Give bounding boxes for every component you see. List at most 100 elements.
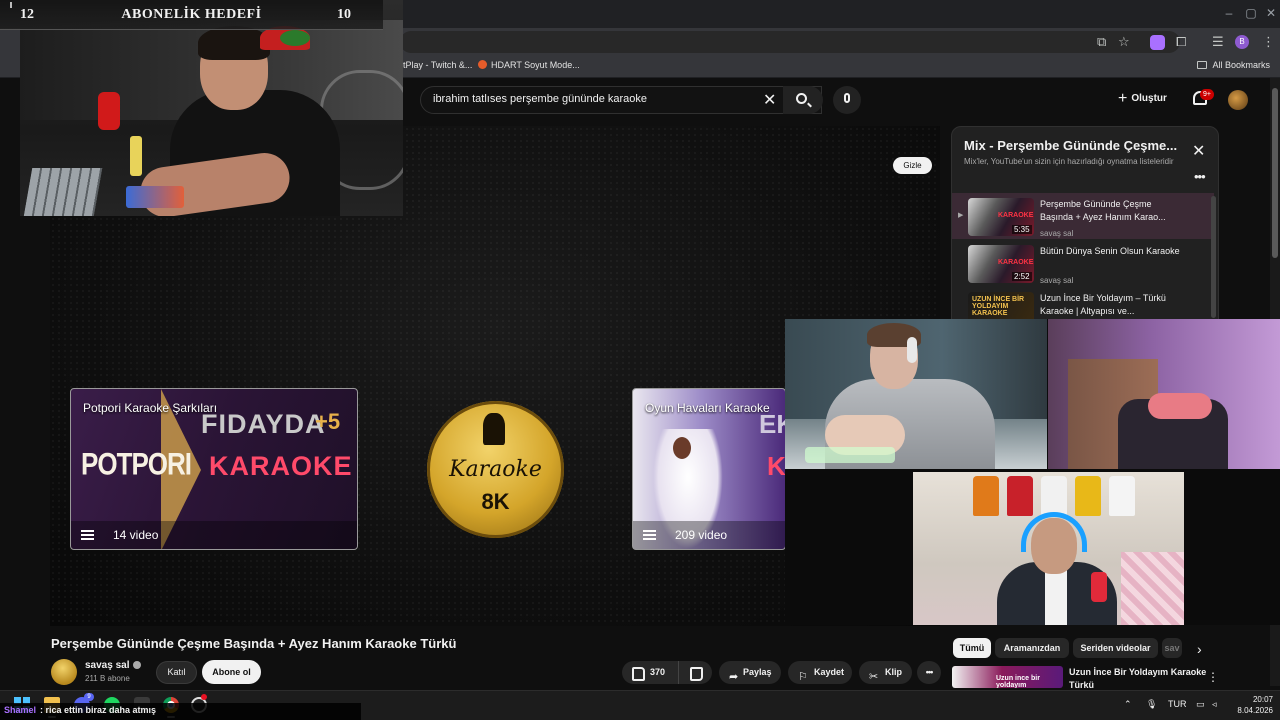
- more-actions-icon[interactable]: •••: [917, 661, 941, 684]
- more-options-icon[interactable]: ⋮: [1207, 670, 1219, 684]
- webcam-scene: [126, 186, 184, 208]
- network-icon[interactable]: ▭: [1196, 699, 1205, 710]
- search-query-text[interactable]: ibrahim tatlıses perşembe gününde karaok…: [433, 93, 647, 105]
- create-button[interactable]: + Oluştur: [1118, 90, 1167, 108]
- playlist-item[interactable]: ▶ KARAOKE 5:35 Perşembe Gününde Çeşme Ba…: [952, 193, 1214, 239]
- reading-list-icon[interactable]: ☰: [1212, 34, 1224, 50]
- jersey: [1075, 476, 1101, 516]
- subscriber-count: 211 B abone: [85, 674, 130, 683]
- search-icon: [796, 93, 807, 104]
- bookmark-twitch[interactable]: tPlay - Twitch &...: [403, 60, 472, 70]
- verified-check-icon: [132, 661, 141, 669]
- card-art-text: K: [767, 451, 786, 481]
- streamer-webcam: [20, 0, 403, 216]
- chip-from-search[interactable]: Aramanızdan: [995, 638, 1069, 658]
- playlist-item-channel: savaş sal: [1040, 229, 1074, 238]
- address-bar[interactable]: [400, 31, 1180, 53]
- recommended-video-title[interactable]: Uzun İnce Bir Yoldayım Karaoke Türkü: [1069, 666, 1209, 692]
- recording-indicator-icon: [201, 694, 207, 700]
- subscribe-button[interactable]: Abone ol: [202, 660, 261, 684]
- goal-title: ABONELİK HEDEFİ: [121, 7, 262, 22]
- extensions-icon[interactable]: ⧠: [1176, 34, 1186, 50]
- jersey: [1109, 476, 1135, 516]
- bookmark-favicon-icon: [478, 60, 487, 69]
- playlist-item-title: Bütün Dünya Senin Olsun Karaoke: [1040, 246, 1180, 256]
- webcam-scene: [1148, 393, 1212, 419]
- channel-name[interactable]: savaş sal: [85, 660, 141, 671]
- headphones: [1021, 512, 1087, 552]
- subscriber-goal-overlay: 12 ABONELİK HEDEFİ 10: [0, 0, 383, 30]
- mix-playlist-panel: Mix - Perşembe Gününde Çeşme... Mix'ler,…: [951, 126, 1219, 320]
- join-button[interactable]: Katıl: [156, 661, 197, 684]
- volume-icon[interactable]: ◃: [1212, 699, 1217, 710]
- more-options-icon[interactable]: •••: [1194, 169, 1206, 184]
- recommended-video-thumbnail[interactable]: Uzun ince bir yoldayım: [952, 666, 1063, 688]
- tray-overflow-icon[interactable]: ⌃: [1124, 699, 1132, 710]
- share-button[interactable]: ➦ Paylaş: [719, 661, 781, 684]
- goal-target: 10: [337, 7, 351, 22]
- jersey: [973, 476, 999, 516]
- plus-icon: +: [1118, 90, 1128, 107]
- playlist-item[interactable]: KARAOKE 2:52 Bütün Dünya Senin Olsun Kar…: [952, 240, 1214, 286]
- webcam-microphone: [98, 92, 120, 130]
- language-indicator[interactable]: TUR: [1168, 699, 1187, 709]
- taskbar-clock[interactable]: 20:07 8.04.2026: [1233, 694, 1273, 716]
- folder-icon: [1197, 61, 1208, 69]
- clip-button[interactable]: ✂ Klip: [859, 661, 912, 684]
- chip-all[interactable]: Tümü: [953, 638, 991, 658]
- playlist-item[interactable]: UZUN İNCE BİR YOLDAYIM KARAOKE Uzun İnce…: [952, 287, 1214, 319]
- chat-message: : rica ettin biraz daha atmış: [40, 705, 157, 715]
- restore-icon[interactable]: ▢: [1244, 6, 1258, 20]
- playlist-title[interactable]: Mix - Perşembe Gününde Çeşme...: [964, 138, 1177, 153]
- webcam-person: [1045, 566, 1067, 625]
- save-button[interactable]: ⚐ Kaydet: [788, 661, 852, 684]
- dislike-button[interactable]: [678, 661, 712, 684]
- account-avatar[interactable]: [1228, 90, 1248, 110]
- hide-end-cards-button[interactable]: Gizle: [893, 157, 932, 174]
- browser-menu-icon[interactable]: ⋮: [1262, 34, 1275, 50]
- close-icon[interactable]: ✕: [1192, 141, 1205, 161]
- channel-avatar[interactable]: [51, 659, 77, 685]
- bookmark-hdart[interactable]: HDART Soyut Mode...: [478, 60, 580, 70]
- chat-username: Shamel: [4, 705, 37, 715]
- scissors-icon: ✂: [869, 671, 879, 683]
- playlist-item-thumbnail: UZUN İNCE BİR YOLDAYIM KARAOKE: [968, 292, 1034, 319]
- christmas-hat: [280, 30, 310, 46]
- end-card-video-count: 14 video: [71, 521, 357, 549]
- playlist-subtitle: Mix'ler, YouTube'un sizin için hazırladı…: [964, 157, 1174, 166]
- voice-search-button[interactable]: [833, 86, 861, 114]
- microphone-icon: [844, 93, 850, 103]
- playlist-icon: [81, 530, 94, 540]
- end-card-video-count: 209 video: [633, 521, 785, 549]
- card-art-photo: [673, 437, 691, 459]
- webcam-keyboard: [23, 168, 103, 216]
- like-button[interactable]: 370: [622, 661, 678, 684]
- playlist-item-title: Uzun İnce Bir Yoldayım – Türkü Karaoke |…: [1040, 293, 1166, 316]
- guest-webcam-2: [1048, 319, 1280, 469]
- guest-webcam-1: [785, 319, 1047, 469]
- card-art-text: FIDAYDA: [201, 409, 326, 439]
- card-art-text: +5: [315, 409, 341, 434]
- logo-tag: 8K: [481, 489, 510, 514]
- chip-series-videos[interactable]: Seriden videolar: [1073, 638, 1158, 658]
- bookmark-star-icon[interactable]: ☆: [1118, 34, 1130, 50]
- clear-search-icon[interactable]: ✕: [763, 90, 776, 110]
- minimize-icon[interactable]: –: [1222, 6, 1236, 20]
- scrollbar-thumb[interactable]: [1272, 88, 1278, 258]
- close-window-icon[interactable]: ✕: [1264, 6, 1278, 20]
- install-app-icon[interactable]: ⧉: [1097, 34, 1106, 50]
- twitch-extension-icon[interactable]: [1150, 35, 1165, 50]
- playlist-scrollbar[interactable]: [1211, 196, 1216, 318]
- all-bookmarks-button[interactable]: All Bookmarks: [1197, 60, 1270, 70]
- microphone-tray-icon[interactable]: 🎙: [1146, 699, 1157, 710]
- chip-channel[interactable]: sav: [1162, 638, 1182, 658]
- card-art-text: KARAOKE: [209, 451, 353, 481]
- end-card-playlist-potpori[interactable]: Potpori Karaoke Şarkıları POTPORI FIDAYD…: [70, 388, 358, 550]
- jersey: [1007, 476, 1033, 516]
- chevron-right-icon[interactable]: ›: [1197, 641, 1202, 657]
- channel-subscribe-end-card[interactable]: Karaoke 8K: [427, 401, 564, 538]
- search-button[interactable]: [783, 86, 823, 114]
- end-card-playlist-oyun-havalari[interactable]: EK K Oyun Havaları Karaoke 209 video: [632, 388, 786, 550]
- profile-avatar[interactable]: B: [1235, 35, 1249, 49]
- logo-word: Karaoke: [449, 457, 542, 482]
